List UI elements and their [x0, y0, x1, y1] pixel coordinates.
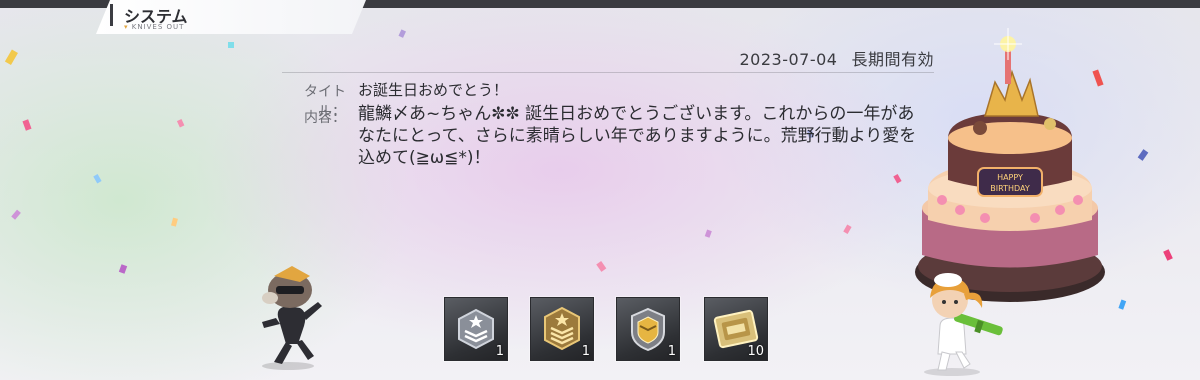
mail-content: 龍鱗〆あ~ちゃん✼✼ 誕生日おめでとうございます。これからの一年があなたにとって… — [358, 104, 917, 168]
tab-subtitle-text: KNIVES OUT — [131, 23, 185, 31]
reward-item[interactable]: 10 — [704, 297, 768, 361]
cake-sign-line2: BIRTHDAY — [990, 184, 1030, 193]
birthday-cake-illustration: HAPPY BIRTHDAY — [915, 28, 1105, 302]
tab-accent-bar — [110, 4, 113, 26]
reward-count: 1 — [667, 344, 676, 359]
content-label: 内容： — [304, 110, 346, 126]
reward-item[interactable]: 1 — [444, 297, 508, 361]
reward-count: 1 — [581, 344, 590, 359]
reward-count: 1 — [495, 344, 504, 359]
header-divider — [282, 72, 934, 73]
gunner-character-illustration — [924, 273, 1003, 376]
running-character-illustration — [262, 266, 322, 370]
cake-sign-line1: HAPPY — [997, 173, 1023, 182]
mail-title: お誕生日おめでとう！ — [358, 81, 509, 99]
reward-count: 10 — [747, 344, 764, 359]
chevron-icon: ▾ — [124, 23, 129, 31]
tab-subtitle: ▾ KNIVES OUT — [124, 23, 184, 31]
mail-date: 2023-07-04 — [739, 50, 838, 69]
reward-item[interactable]: 1 — [616, 297, 680, 361]
system-tab[interactable]: システム ▾ KNIVES OUT — [96, 0, 366, 34]
reward-item[interactable]: 1 — [530, 297, 594, 361]
reward-list: 1 1 1 10 — [444, 297, 784, 361]
